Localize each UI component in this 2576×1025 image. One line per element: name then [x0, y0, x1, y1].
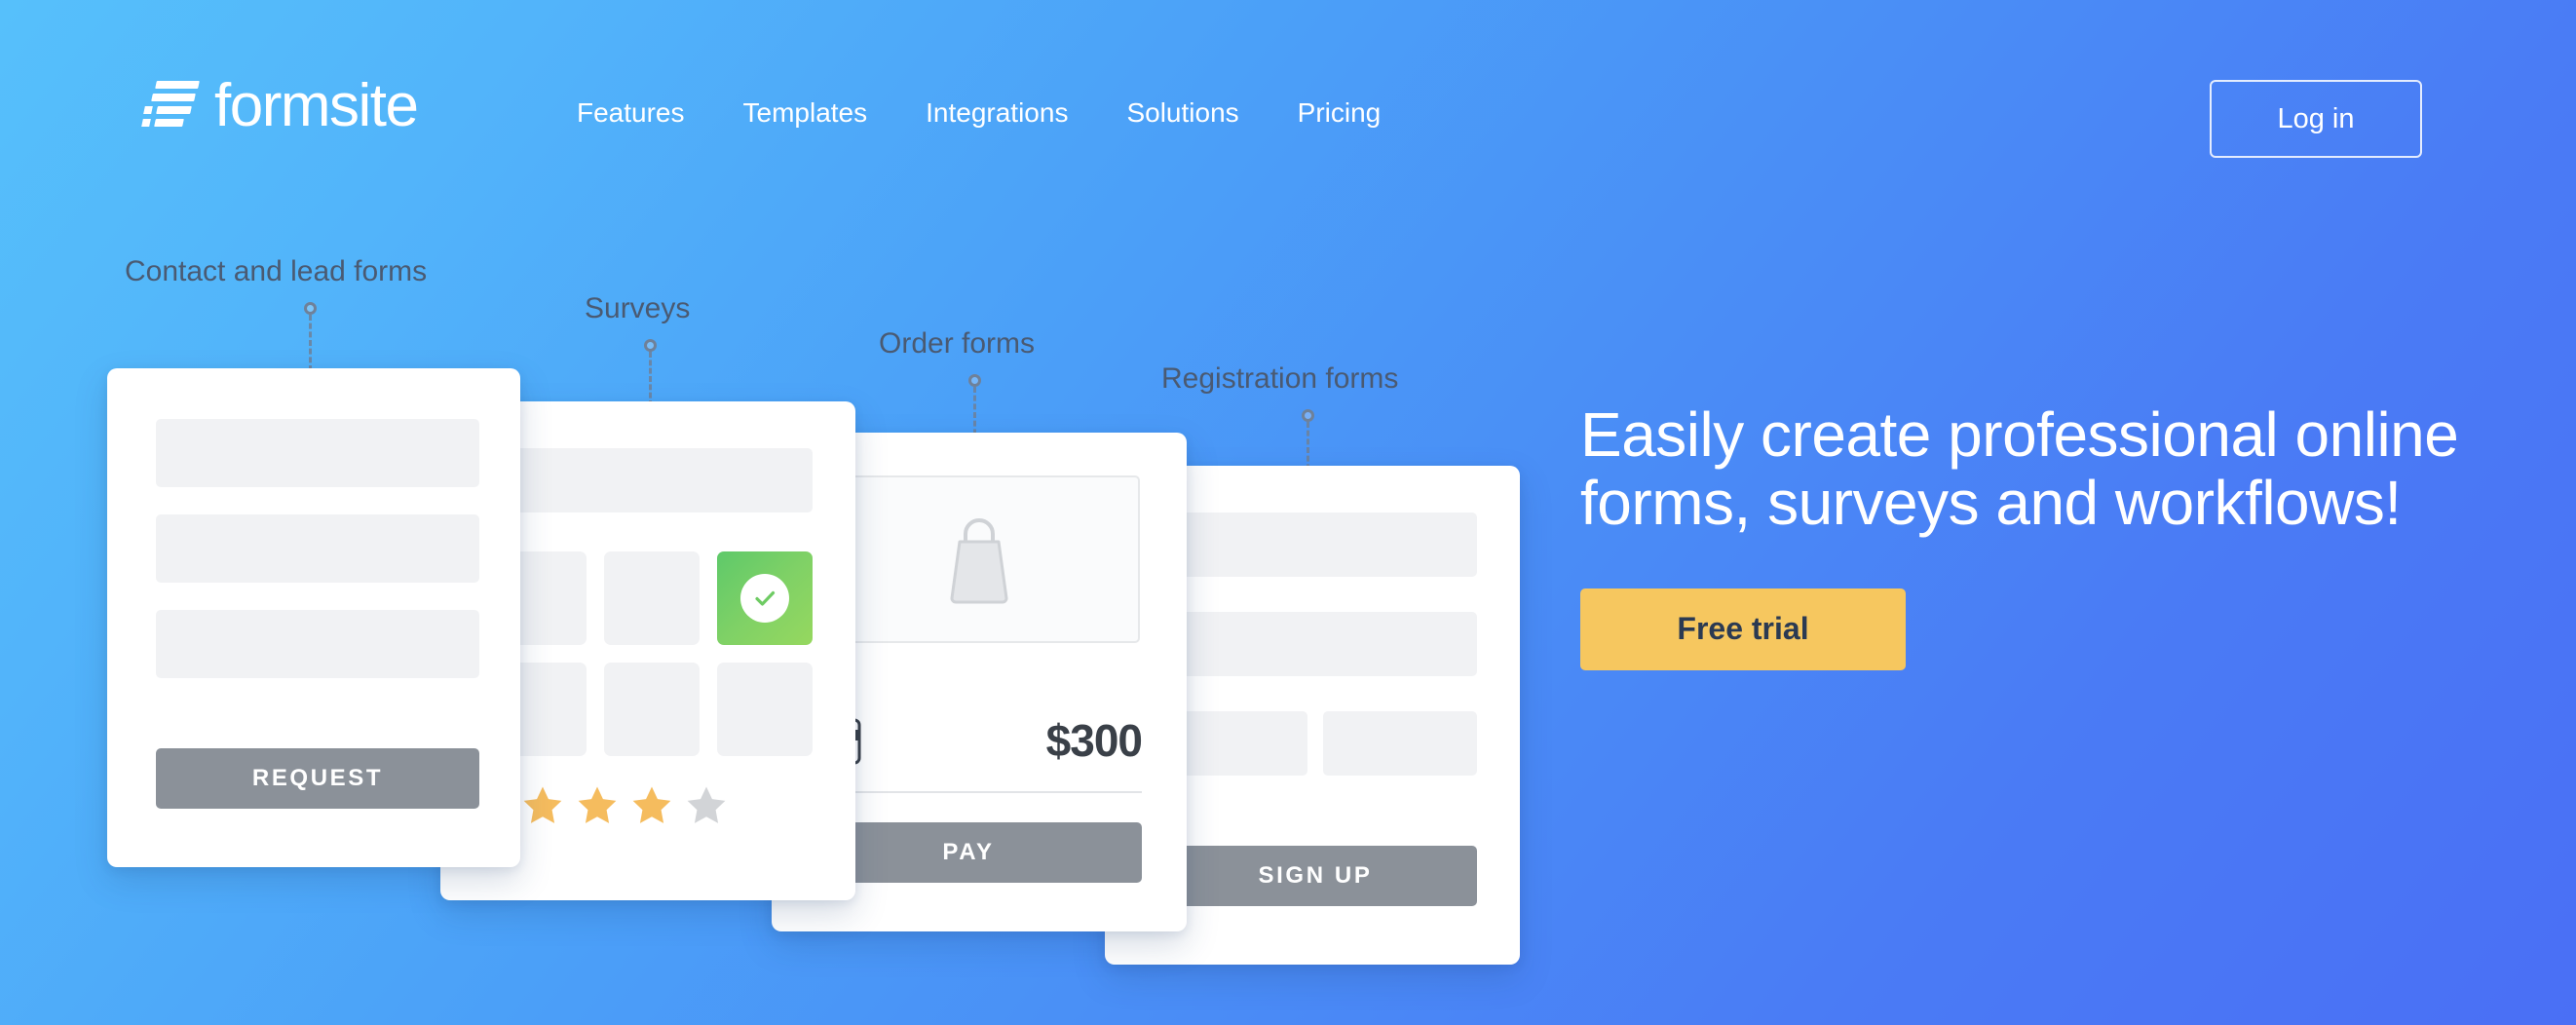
callout-dot — [643, 339, 657, 352]
callout-line — [648, 352, 652, 406]
field-placeholder — [156, 419, 479, 487]
star-empty-icon[interactable] — [684, 783, 729, 828]
callout-label: Order forms — [879, 327, 1036, 360]
list-lines-icon — [141, 77, 200, 135]
request-button[interactable]: REQUEST — [156, 748, 479, 809]
product-image-box — [818, 475, 1140, 643]
callout-label: Surveys — [585, 292, 691, 324]
callout-dot — [1301, 409, 1314, 422]
nav-item-templates[interactable]: Templates — [743, 97, 868, 129]
nav-item-features[interactable]: Features — [577, 97, 685, 129]
callout-registration-forms: Registration forms — [1161, 362, 1454, 478]
hero-content: Easily create professional online forms,… — [1580, 399, 2486, 670]
callout-dot — [303, 302, 317, 315]
choice-grid — [491, 551, 813, 756]
field-placeholder — [1323, 711, 1477, 776]
choice-tile[interactable] — [604, 551, 700, 645]
choice-tile-selected[interactable] — [717, 551, 813, 645]
field-placeholder — [1154, 512, 1477, 577]
callout-label: Contact and lead forms — [125, 255, 428, 287]
site-header: formsite Features Templates Integrations… — [0, 0, 2576, 185]
star-filled-icon[interactable] — [575, 783, 620, 828]
callout-order-forms: Order forms — [879, 327, 1070, 443]
field-placeholder — [1154, 612, 1477, 676]
callout-dot — [967, 374, 981, 387]
field-placeholder — [156, 514, 479, 583]
brand-name: formsite — [214, 72, 419, 139]
nav-item-solutions[interactable]: Solutions — [1126, 97, 1238, 129]
brand-logo[interactable]: formsite — [141, 72, 419, 139]
callout-line — [308, 315, 312, 371]
login-button[interactable]: Log in — [2210, 80, 2422, 158]
order-price: $300 — [1045, 715, 1143, 766]
choice-tile[interactable] — [604, 663, 700, 756]
main-nav: Features Templates Integrations Solution… — [577, 97, 1381, 129]
nav-item-pricing[interactable]: Pricing — [1298, 97, 1382, 129]
card-contact-form: REQUEST — [107, 368, 520, 867]
callout-surveys: Surveys — [585, 292, 715, 406]
callout-label: Registration forms — [1161, 362, 1399, 395]
nav-item-integrations[interactable]: Integrations — [926, 97, 1068, 129]
star-filled-icon[interactable] — [520, 783, 565, 828]
choice-tile[interactable] — [717, 663, 813, 756]
star-filled-icon[interactable] — [629, 783, 674, 828]
page-title: Easily create professional online forms,… — [1580, 399, 2459, 538]
callout-contact-forms: Contact and lead forms — [125, 255, 495, 371]
field-placeholder — [156, 610, 479, 678]
shopping-bag-icon — [950, 518, 1008, 604]
free-trial-button[interactable]: Free trial — [1580, 588, 1906, 670]
sign-up-button[interactable]: SIGN UP — [1154, 846, 1477, 906]
check-circle-icon — [740, 574, 789, 623]
field-placeholder — [491, 448, 813, 512]
